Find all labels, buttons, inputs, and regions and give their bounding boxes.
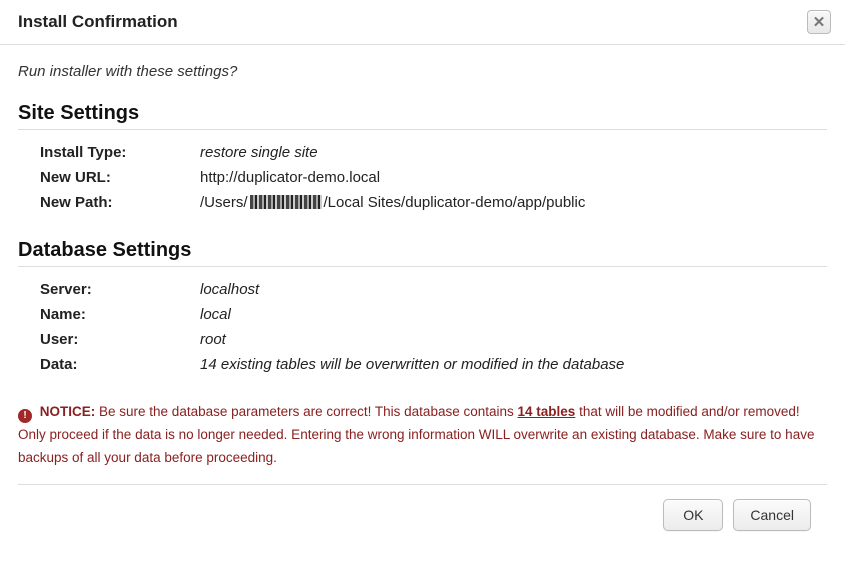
path-suffix: /Local Sites/duplicator-demo/app/public xyxy=(324,194,586,211)
database-settings-section: Database Settings Server: localhost Name… xyxy=(18,239,827,377)
value-db-data: 14 existing tables will be overwritten o… xyxy=(200,352,845,377)
label-new-url: New URL: xyxy=(40,165,200,190)
value-new-path: /Users/ /Local Sites/duplicator-demo/app/… xyxy=(200,190,845,215)
dialog-buttons: OK Cancel xyxy=(18,485,827,531)
site-settings-section: Site Settings Install Type: restore sing… xyxy=(18,102,827,215)
label-db-user: User: xyxy=(40,327,200,352)
dialog-title: Install Confirmation xyxy=(18,12,178,32)
warning-icon: ! xyxy=(18,409,32,423)
notice-text-1: Be sure the database parameters are corr… xyxy=(95,404,517,419)
row-install-type: Install Type: restore single site xyxy=(40,140,845,165)
close-button[interactable]: ✕ xyxy=(807,10,831,34)
database-settings-table: Server: localhost Name: local User: root… xyxy=(40,277,845,377)
value-db-user: root xyxy=(200,327,845,352)
row-db-server: Server: localhost xyxy=(40,277,845,302)
site-settings-heading: Site Settings xyxy=(18,102,827,130)
row-db-name: Name: local xyxy=(40,302,845,327)
tables-link[interactable]: 14 tables xyxy=(518,404,576,419)
value-new-url: http://duplicator-demo.local xyxy=(200,165,845,190)
row-db-data: Data: 14 existing tables will be overwri… xyxy=(40,352,845,377)
notice-lead: NOTICE: xyxy=(40,404,96,419)
row-new-url: New URL: http://duplicator-demo.local xyxy=(40,165,845,190)
value-install-type: restore single site xyxy=(200,140,845,165)
cancel-button[interactable]: Cancel xyxy=(733,499,811,531)
value-db-server: localhost xyxy=(200,277,845,302)
dialog-header: Install Confirmation ✕ xyxy=(0,0,845,45)
ok-button[interactable]: OK xyxy=(663,499,723,531)
row-db-user: User: root xyxy=(40,327,845,352)
database-settings-heading: Database Settings xyxy=(18,239,827,267)
site-settings-table: Install Type: restore single site New UR… xyxy=(40,140,845,215)
confirmation-prompt: Run installer with these settings? xyxy=(18,63,827,80)
dialog-content: Run installer with these settings? Site … xyxy=(0,45,845,531)
label-db-data: Data: xyxy=(40,352,200,377)
label-db-name: Name: xyxy=(40,302,200,327)
warning-notice: ! NOTICE: Be sure the database parameter… xyxy=(18,401,827,485)
label-install-type: Install Type: xyxy=(40,140,200,165)
redacted-username xyxy=(250,195,322,209)
value-db-name: local xyxy=(200,302,845,327)
label-db-server: Server: xyxy=(40,277,200,302)
close-icon: ✕ xyxy=(813,13,826,31)
path-prefix: /Users/ xyxy=(200,194,248,211)
row-new-path: New Path: /Users/ /Local Sites/duplicator… xyxy=(40,190,845,215)
label-new-path: New Path: xyxy=(40,190,200,215)
